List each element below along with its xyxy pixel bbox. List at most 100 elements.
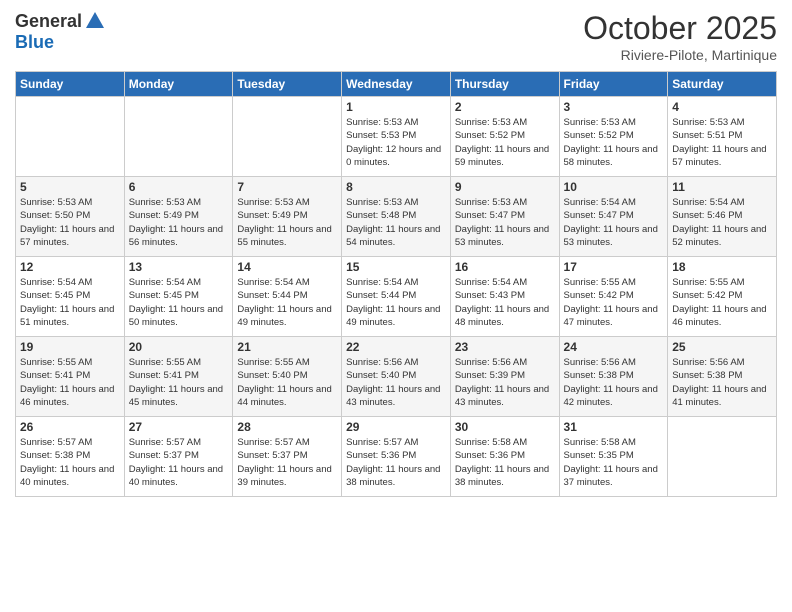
day-info: Sunrise: 5:56 AMSunset: 5:40 PMDaylight:… <box>346 356 446 409</box>
day-info: Sunrise: 5:53 AMSunset: 5:48 PMDaylight:… <box>346 196 446 249</box>
day-info: Sunrise: 5:53 AMSunset: 5:53 PMDaylight:… <box>346 116 446 169</box>
day-info: Sunrise: 5:55 AMSunset: 5:42 PMDaylight:… <box>564 276 664 329</box>
col-sunday: Sunday <box>16 72 125 97</box>
day-cell <box>668 417 777 497</box>
day-number: 28 <box>237 420 337 434</box>
day-info: Sunrise: 5:54 AMSunset: 5:45 PMDaylight:… <box>20 276 120 329</box>
col-monday: Monday <box>124 72 233 97</box>
day-cell: 5 Sunrise: 5:53 AMSunset: 5:50 PMDayligh… <box>16 177 125 257</box>
day-info: Sunrise: 5:54 AMSunset: 5:45 PMDaylight:… <box>129 276 229 329</box>
day-cell: 11 Sunrise: 5:54 AMSunset: 5:46 PMDaylig… <box>668 177 777 257</box>
day-info: Sunrise: 5:55 AMSunset: 5:41 PMDaylight:… <box>20 356 120 409</box>
day-info: Sunrise: 5:56 AMSunset: 5:38 PMDaylight:… <box>672 356 772 409</box>
day-cell: 24 Sunrise: 5:56 AMSunset: 5:38 PMDaylig… <box>559 337 668 417</box>
logo: General Blue <box>15 10 106 53</box>
day-cell: 16 Sunrise: 5:54 AMSunset: 5:43 PMDaylig… <box>450 257 559 337</box>
day-cell: 19 Sunrise: 5:55 AMSunset: 5:41 PMDaylig… <box>16 337 125 417</box>
day-info: Sunrise: 5:53 AMSunset: 5:52 PMDaylight:… <box>455 116 555 169</box>
day-cell: 13 Sunrise: 5:54 AMSunset: 5:45 PMDaylig… <box>124 257 233 337</box>
day-cell <box>124 97 233 177</box>
day-number: 21 <box>237 340 337 354</box>
day-number: 2 <box>455 100 555 114</box>
day-cell <box>16 97 125 177</box>
day-number: 15 <box>346 260 446 274</box>
day-info: Sunrise: 5:53 AMSunset: 5:49 PMDaylight:… <box>237 196 337 249</box>
week-row-2: 5 Sunrise: 5:53 AMSunset: 5:50 PMDayligh… <box>16 177 777 257</box>
day-number: 4 <box>672 100 772 114</box>
day-info: Sunrise: 5:57 AMSunset: 5:36 PMDaylight:… <box>346 436 446 489</box>
header-row: Sunday Monday Tuesday Wednesday Thursday… <box>16 72 777 97</box>
day-number: 9 <box>455 180 555 194</box>
day-number: 6 <box>129 180 229 194</box>
day-info: Sunrise: 5:54 AMSunset: 5:44 PMDaylight:… <box>346 276 446 329</box>
day-number: 25 <box>672 340 772 354</box>
day-info: Sunrise: 5:57 AMSunset: 5:38 PMDaylight:… <box>20 436 120 489</box>
month-title: October 2025 <box>583 10 777 47</box>
day-cell: 2 Sunrise: 5:53 AMSunset: 5:52 PMDayligh… <box>450 97 559 177</box>
col-thursday: Thursday <box>450 72 559 97</box>
day-info: Sunrise: 5:58 AMSunset: 5:36 PMDaylight:… <box>455 436 555 489</box>
day-info: Sunrise: 5:54 AMSunset: 5:47 PMDaylight:… <box>564 196 664 249</box>
day-number: 31 <box>564 420 664 434</box>
day-cell: 20 Sunrise: 5:55 AMSunset: 5:41 PMDaylig… <box>124 337 233 417</box>
day-info: Sunrise: 5:58 AMSunset: 5:35 PMDaylight:… <box>564 436 664 489</box>
day-cell: 14 Sunrise: 5:54 AMSunset: 5:44 PMDaylig… <box>233 257 342 337</box>
day-number: 16 <box>455 260 555 274</box>
day-cell: 28 Sunrise: 5:57 AMSunset: 5:37 PMDaylig… <box>233 417 342 497</box>
day-number: 22 <box>346 340 446 354</box>
day-cell: 8 Sunrise: 5:53 AMSunset: 5:48 PMDayligh… <box>342 177 451 257</box>
day-cell: 21 Sunrise: 5:55 AMSunset: 5:40 PMDaylig… <box>233 337 342 417</box>
day-cell: 12 Sunrise: 5:54 AMSunset: 5:45 PMDaylig… <box>16 257 125 337</box>
day-number: 3 <box>564 100 664 114</box>
day-number: 12 <box>20 260 120 274</box>
day-number: 13 <box>129 260 229 274</box>
week-row-3: 12 Sunrise: 5:54 AMSunset: 5:45 PMDaylig… <box>16 257 777 337</box>
day-info: Sunrise: 5:53 AMSunset: 5:47 PMDaylight:… <box>455 196 555 249</box>
day-cell: 7 Sunrise: 5:53 AMSunset: 5:49 PMDayligh… <box>233 177 342 257</box>
day-number: 17 <box>564 260 664 274</box>
col-friday: Friday <box>559 72 668 97</box>
day-number: 8 <box>346 180 446 194</box>
day-number: 27 <box>129 420 229 434</box>
week-row-5: 26 Sunrise: 5:57 AMSunset: 5:38 PMDaylig… <box>16 417 777 497</box>
header: General Blue October 2025 Riviere-Pilote… <box>15 10 777 63</box>
logo-general-text: General <box>15 11 82 32</box>
col-wednesday: Wednesday <box>342 72 451 97</box>
day-number: 24 <box>564 340 664 354</box>
day-info: Sunrise: 5:53 AMSunset: 5:52 PMDaylight:… <box>564 116 664 169</box>
day-cell: 26 Sunrise: 5:57 AMSunset: 5:38 PMDaylig… <box>16 417 125 497</box>
day-info: Sunrise: 5:55 AMSunset: 5:40 PMDaylight:… <box>237 356 337 409</box>
day-cell: 25 Sunrise: 5:56 AMSunset: 5:38 PMDaylig… <box>668 337 777 417</box>
day-number: 18 <box>672 260 772 274</box>
day-number: 10 <box>564 180 664 194</box>
day-info: Sunrise: 5:55 AMSunset: 5:42 PMDaylight:… <box>672 276 772 329</box>
day-number: 23 <box>455 340 555 354</box>
day-info: Sunrise: 5:53 AMSunset: 5:50 PMDaylight:… <box>20 196 120 249</box>
day-info: Sunrise: 5:53 AMSunset: 5:49 PMDaylight:… <box>129 196 229 249</box>
day-number: 20 <box>129 340 229 354</box>
day-cell: 30 Sunrise: 5:58 AMSunset: 5:36 PMDaylig… <box>450 417 559 497</box>
day-info: Sunrise: 5:54 AMSunset: 5:43 PMDaylight:… <box>455 276 555 329</box>
page-container: General Blue October 2025 Riviere-Pilote… <box>0 0 792 507</box>
day-info: Sunrise: 5:57 AMSunset: 5:37 PMDaylight:… <box>129 436 229 489</box>
day-number: 11 <box>672 180 772 194</box>
day-cell: 9 Sunrise: 5:53 AMSunset: 5:47 PMDayligh… <box>450 177 559 257</box>
day-number: 7 <box>237 180 337 194</box>
day-info: Sunrise: 5:57 AMSunset: 5:37 PMDaylight:… <box>237 436 337 489</box>
day-info: Sunrise: 5:56 AMSunset: 5:39 PMDaylight:… <box>455 356 555 409</box>
title-block: October 2025 Riviere-Pilote, Martinique <box>583 10 777 63</box>
day-number: 29 <box>346 420 446 434</box>
day-cell: 22 Sunrise: 5:56 AMSunset: 5:40 PMDaylig… <box>342 337 451 417</box>
day-number: 14 <box>237 260 337 274</box>
day-cell: 1 Sunrise: 5:53 AMSunset: 5:53 PMDayligh… <box>342 97 451 177</box>
day-number: 5 <box>20 180 120 194</box>
col-tuesday: Tuesday <box>233 72 342 97</box>
day-cell: 27 Sunrise: 5:57 AMSunset: 5:37 PMDaylig… <box>124 417 233 497</box>
location-text: Riviere-Pilote, Martinique <box>583 47 777 63</box>
day-cell: 3 Sunrise: 5:53 AMSunset: 5:52 PMDayligh… <box>559 97 668 177</box>
day-number: 30 <box>455 420 555 434</box>
day-cell: 6 Sunrise: 5:53 AMSunset: 5:49 PMDayligh… <box>124 177 233 257</box>
day-number: 26 <box>20 420 120 434</box>
logo-icon <box>84 10 106 32</box>
day-cell: 31 Sunrise: 5:58 AMSunset: 5:35 PMDaylig… <box>559 417 668 497</box>
